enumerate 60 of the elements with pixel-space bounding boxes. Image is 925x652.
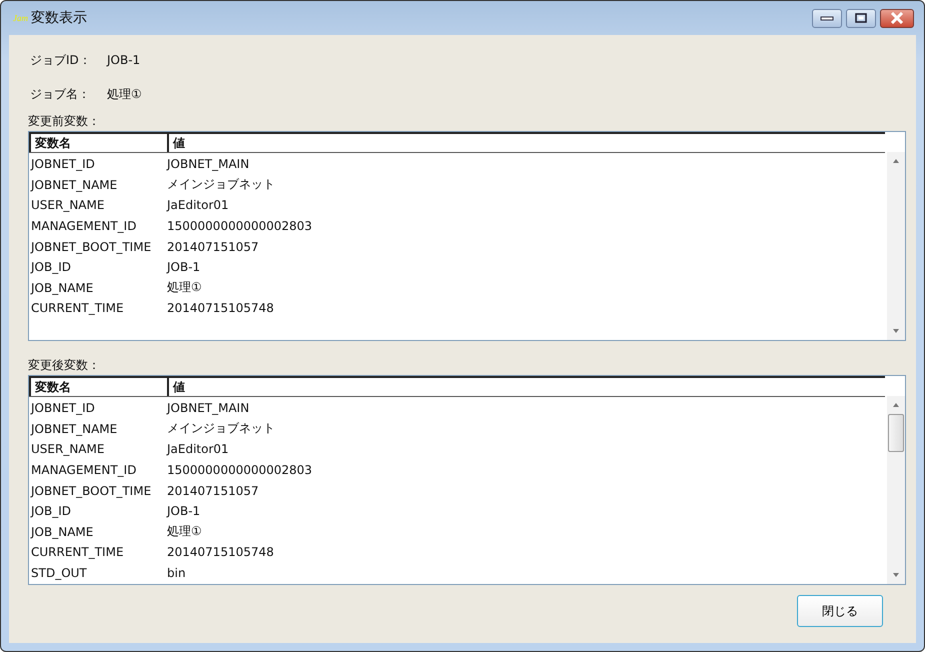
table-cell: メインジョブネット bbox=[167, 176, 275, 194]
table-cell: JOBNET_MAIN bbox=[167, 157, 250, 172]
table-cell-text: USER_NAME bbox=[30, 198, 106, 212]
column-header[interactable]: 値 bbox=[169, 378, 185, 396]
scrollbar[interactable] bbox=[887, 152, 905, 340]
maximize-button[interactable] bbox=[846, 8, 876, 28]
table-cell: 201407151057 bbox=[167, 484, 259, 498]
column-header[interactable]: 値 bbox=[169, 134, 185, 152]
table-cell-text: JOB_NAME bbox=[29, 280, 94, 295]
column-header[interactable]: 変数名 bbox=[29, 134, 169, 152]
table-cell: 1500000000000002803 bbox=[167, 463, 312, 478]
table-cell-text: JOB_ID bbox=[29, 504, 72, 518]
section-label: 変更前変数： bbox=[28, 113, 101, 130]
table-cell-text: JOBNET_BOOT_TIME bbox=[29, 240, 152, 254]
scroll-thumb[interactable] bbox=[888, 414, 904, 452]
scroll-down-icon[interactable] bbox=[892, 328, 900, 334]
app-logo-text: Jam bbox=[13, 13, 28, 23]
table-cell: JOB-1 bbox=[167, 260, 200, 274]
table-cell: 1500000000000002803 bbox=[167, 219, 312, 234]
field-label: ジョブ名： bbox=[30, 86, 91, 102]
table-cell-text: MANAGEMENT_ID bbox=[30, 463, 138, 478]
minimize-button[interactable] bbox=[812, 8, 842, 28]
table-cell: 処理① bbox=[167, 523, 202, 540]
table-cell: 201407151057 bbox=[167, 240, 259, 254]
close-icon bbox=[890, 12, 904, 24]
table-cell-text: JOBNET_NAME bbox=[29, 422, 118, 436]
scroll-up-icon[interactable] bbox=[892, 402, 900, 408]
scroll-up-icon[interactable] bbox=[892, 158, 900, 164]
table-cell-text: JOBNET_BOOT_TIME bbox=[29, 484, 152, 498]
close-dialog-button[interactable]: 閉じる bbox=[797, 595, 883, 627]
table-cell-text: JOBNET_NAME bbox=[29, 178, 118, 192]
table-cell: 20140715105748 bbox=[167, 545, 274, 560]
table-cell: メインジョブネット bbox=[167, 420, 275, 438]
scroll-down-icon[interactable] bbox=[892, 572, 900, 578]
field-label: ジョブID： bbox=[30, 52, 92, 68]
field-value: 処理① bbox=[107, 86, 142, 102]
table-cell-text: JOBNET_ID bbox=[29, 157, 96, 172]
scrollbar[interactable] bbox=[887, 396, 905, 584]
table-cell: JaEditor01 bbox=[167, 198, 229, 212]
field-value: JOB-1 bbox=[107, 53, 140, 67]
table-cell: bin bbox=[167, 566, 186, 580]
table-cell-text: USER_NAME bbox=[30, 442, 106, 456]
table-cell: 20140715105748 bbox=[167, 301, 274, 316]
window-title: 変数表示 bbox=[31, 9, 87, 27]
table-cell: JaEditor01 bbox=[167, 442, 229, 456]
table-cell-text: JOB_ID bbox=[29, 260, 72, 274]
table-cell-text: CURRENT_TIME bbox=[30, 545, 125, 560]
section-label: 変更後変数： bbox=[28, 357, 101, 374]
table-cell-text: JOB_NAME bbox=[29, 524, 94, 539]
table-cell: JOBNET_MAIN bbox=[167, 401, 250, 416]
close-button[interactable] bbox=[880, 8, 914, 28]
minimize-icon bbox=[820, 14, 834, 22]
table-cell-text: CURRENT_TIME bbox=[30, 301, 125, 316]
table-cell-text: MANAGEMENT_ID bbox=[30, 219, 138, 234]
table-cell: 処理① bbox=[167, 279, 202, 296]
table-cell: JOB-1 bbox=[167, 504, 200, 518]
column-header[interactable]: 変数名 bbox=[29, 378, 169, 396]
maximize-icon bbox=[854, 13, 868, 23]
table-cell-text: STD_OUT bbox=[30, 566, 88, 580]
table-cell-text: JOBNET_ID bbox=[29, 401, 96, 416]
